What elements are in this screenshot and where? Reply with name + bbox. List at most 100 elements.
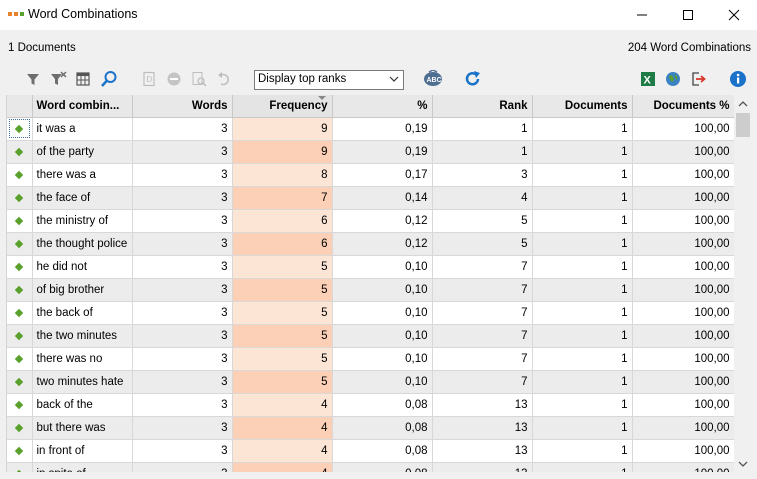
cell-percent: 0,10: [332, 278, 433, 302]
sort-arrow-icon: [318, 96, 326, 100]
scroll-down-button[interactable]: [734, 455, 752, 472]
diamond-icon: [15, 423, 24, 432]
table-row[interactable]: but there was 3 4 0,08 13 1 100,00: [7, 416, 735, 440]
table-row[interactable]: the face of 3 7 0,14 4 1 100,00: [7, 186, 735, 210]
table-row[interactable]: there was no 3 5 0,10 7 1 100,00: [7, 347, 735, 371]
row-marker[interactable]: [7, 232, 33, 256]
search-page-icon[interactable]: [189, 69, 209, 89]
column-header[interactable]: %: [332, 95, 433, 118]
cell-frequency: 5: [232, 301, 333, 325]
diamond-icon: [15, 147, 24, 156]
row-marker[interactable]: [7, 140, 33, 164]
chevron-down-icon: [738, 461, 748, 467]
table-row[interactable]: the back of 3 5 0,10 7 1 100,00: [7, 301, 735, 325]
column-header[interactable]: Rank: [432, 95, 533, 118]
search-icon[interactable]: [99, 69, 119, 89]
row-marker[interactable]: [7, 347, 33, 371]
table-row[interactable]: in spite of340,08131100,00: [7, 462, 735, 472]
table-row[interactable]: he did not 3 5 0,10 7 1 100,00: [7, 255, 735, 279]
cell-word-combination: of big brother: [32, 278, 133, 302]
refresh-icon[interactable]: [463, 69, 483, 89]
minimize-button[interactable]: [619, 0, 665, 30]
chevron-up-icon: [738, 100, 748, 106]
maximize-button[interactable]: [665, 0, 711, 30]
row-marker[interactable]: [7, 324, 33, 348]
chevron-down-icon: [389, 76, 399, 82]
cell-frequency: 8: [232, 163, 333, 187]
row-marker[interactable]: [7, 462, 33, 472]
filter-icon[interactable]: [23, 69, 43, 89]
clear-filter-icon[interactable]: [49, 69, 69, 89]
cell-words: 3: [132, 462, 233, 472]
row-marker[interactable]: [7, 186, 33, 210]
document-icon[interactable]: D: [139, 69, 159, 89]
cell-rank: 13: [432, 439, 533, 463]
svg-text:D: D: [147, 75, 153, 84]
svg-text:X: X: [644, 75, 652, 87]
cell-documents-percent: 100,00: [632, 324, 735, 348]
row-marker[interactable]: [7, 416, 33, 440]
cell-documents-percent: 100,00: [632, 255, 735, 279]
cell-words: 3: [132, 370, 233, 394]
table-row[interactable]: the thought police 3 6 0,12 5 1 100,00: [7, 232, 735, 256]
column-header[interactable]: Words: [132, 95, 233, 118]
cell-documents: 1: [532, 462, 633, 472]
row-marker[interactable]: [7, 163, 33, 187]
table-row[interactable]: in front of 3 4 0,08 13 1 100,00: [7, 439, 735, 463]
cell-word-combination: the back of: [32, 301, 133, 325]
table-row[interactable]: of the party 3 9 0,19 1 1 100,00: [7, 140, 735, 164]
row-marker[interactable]: [7, 301, 33, 325]
cell-word-combination: the thought police: [32, 232, 133, 256]
vertical-scrollbar[interactable]: [734, 95, 752, 472]
info-icon[interactable]: [728, 69, 748, 89]
table-row[interactable]: there was a 3 8 0,17 3 1 100,00: [7, 163, 735, 187]
row-marker[interactable]: [7, 439, 33, 463]
cell-documents-percent: 100,00: [632, 416, 735, 440]
remove-icon[interactable]: [164, 69, 184, 89]
diamond-icon: [15, 446, 24, 455]
cell-documents: 1: [532, 278, 633, 302]
row-marker[interactable]: [7, 278, 33, 302]
column-header-sorted[interactable]: Frequency: [232, 95, 333, 118]
row-marker[interactable]: [7, 370, 33, 394]
table-row[interactable]: the two minutes 3 5 0,10 7 1 100,00: [7, 324, 735, 348]
export-icon[interactable]: [688, 69, 708, 89]
column-header-label: Frequency: [269, 99, 328, 112]
word-combinations-table: Word combin... Words Frequency % Rank Do…: [7, 95, 735, 472]
row-marker[interactable]: [7, 393, 33, 417]
cell-rank: 13: [432, 393, 533, 417]
scrollbar-thumb[interactable]: [736, 113, 750, 137]
cell-documents: 1: [532, 416, 633, 440]
cell-percent: 0,08: [332, 416, 433, 440]
table-row[interactable]: two minutes hate 3 5 0,10 7 1 100,00: [7, 370, 735, 394]
table-row[interactable]: the ministry of 3 6 0,12 5 1 100,00: [7, 209, 735, 233]
scroll-up-button[interactable]: [734, 95, 752, 112]
row-marker[interactable]: [7, 255, 33, 279]
cell-documents: 1: [532, 324, 633, 348]
table-row[interactable]: it was a 3 9 0,19 1 1 100,00: [7, 117, 735, 141]
spellcheck-icon[interactable]: ABC: [421, 69, 445, 89]
column-header[interactable]: Word combin...: [32, 95, 133, 118]
globe-icon[interactable]: [663, 69, 683, 89]
cell-percent: 0,10: [332, 324, 433, 348]
cell-documents: 1: [532, 301, 633, 325]
cell-documents: 1: [532, 439, 633, 463]
app-logo-icon: [8, 12, 24, 18]
table-row[interactable]: back of the 3 4 0,08 13 1 100,00: [7, 393, 735, 417]
cell-rank: 13: [432, 462, 533, 472]
cell-percent: 0,10: [332, 255, 433, 279]
cell-percent: 0,08: [332, 462, 433, 472]
excel-icon[interactable]: X: [638, 69, 658, 89]
row-marker[interactable]: [7, 209, 33, 233]
rank-display-select[interactable]: Display top ranks: [254, 70, 404, 90]
columns-icon[interactable]: [73, 69, 93, 89]
close-button[interactable]: [711, 0, 757, 30]
row-marker[interactable]: [7, 117, 33, 141]
table-row[interactable]: of big brother 3 5 0,10 7 1 100,00: [7, 278, 735, 302]
column-header[interactable]: Documents %: [632, 95, 735, 118]
column-header[interactable]: Documents: [532, 95, 633, 118]
cell-percent: 0,19: [332, 140, 433, 164]
cell-word-combination: the ministry of: [32, 209, 133, 233]
cell-word-combination: there was a: [32, 163, 133, 187]
undo-icon[interactable]: [214, 69, 234, 89]
